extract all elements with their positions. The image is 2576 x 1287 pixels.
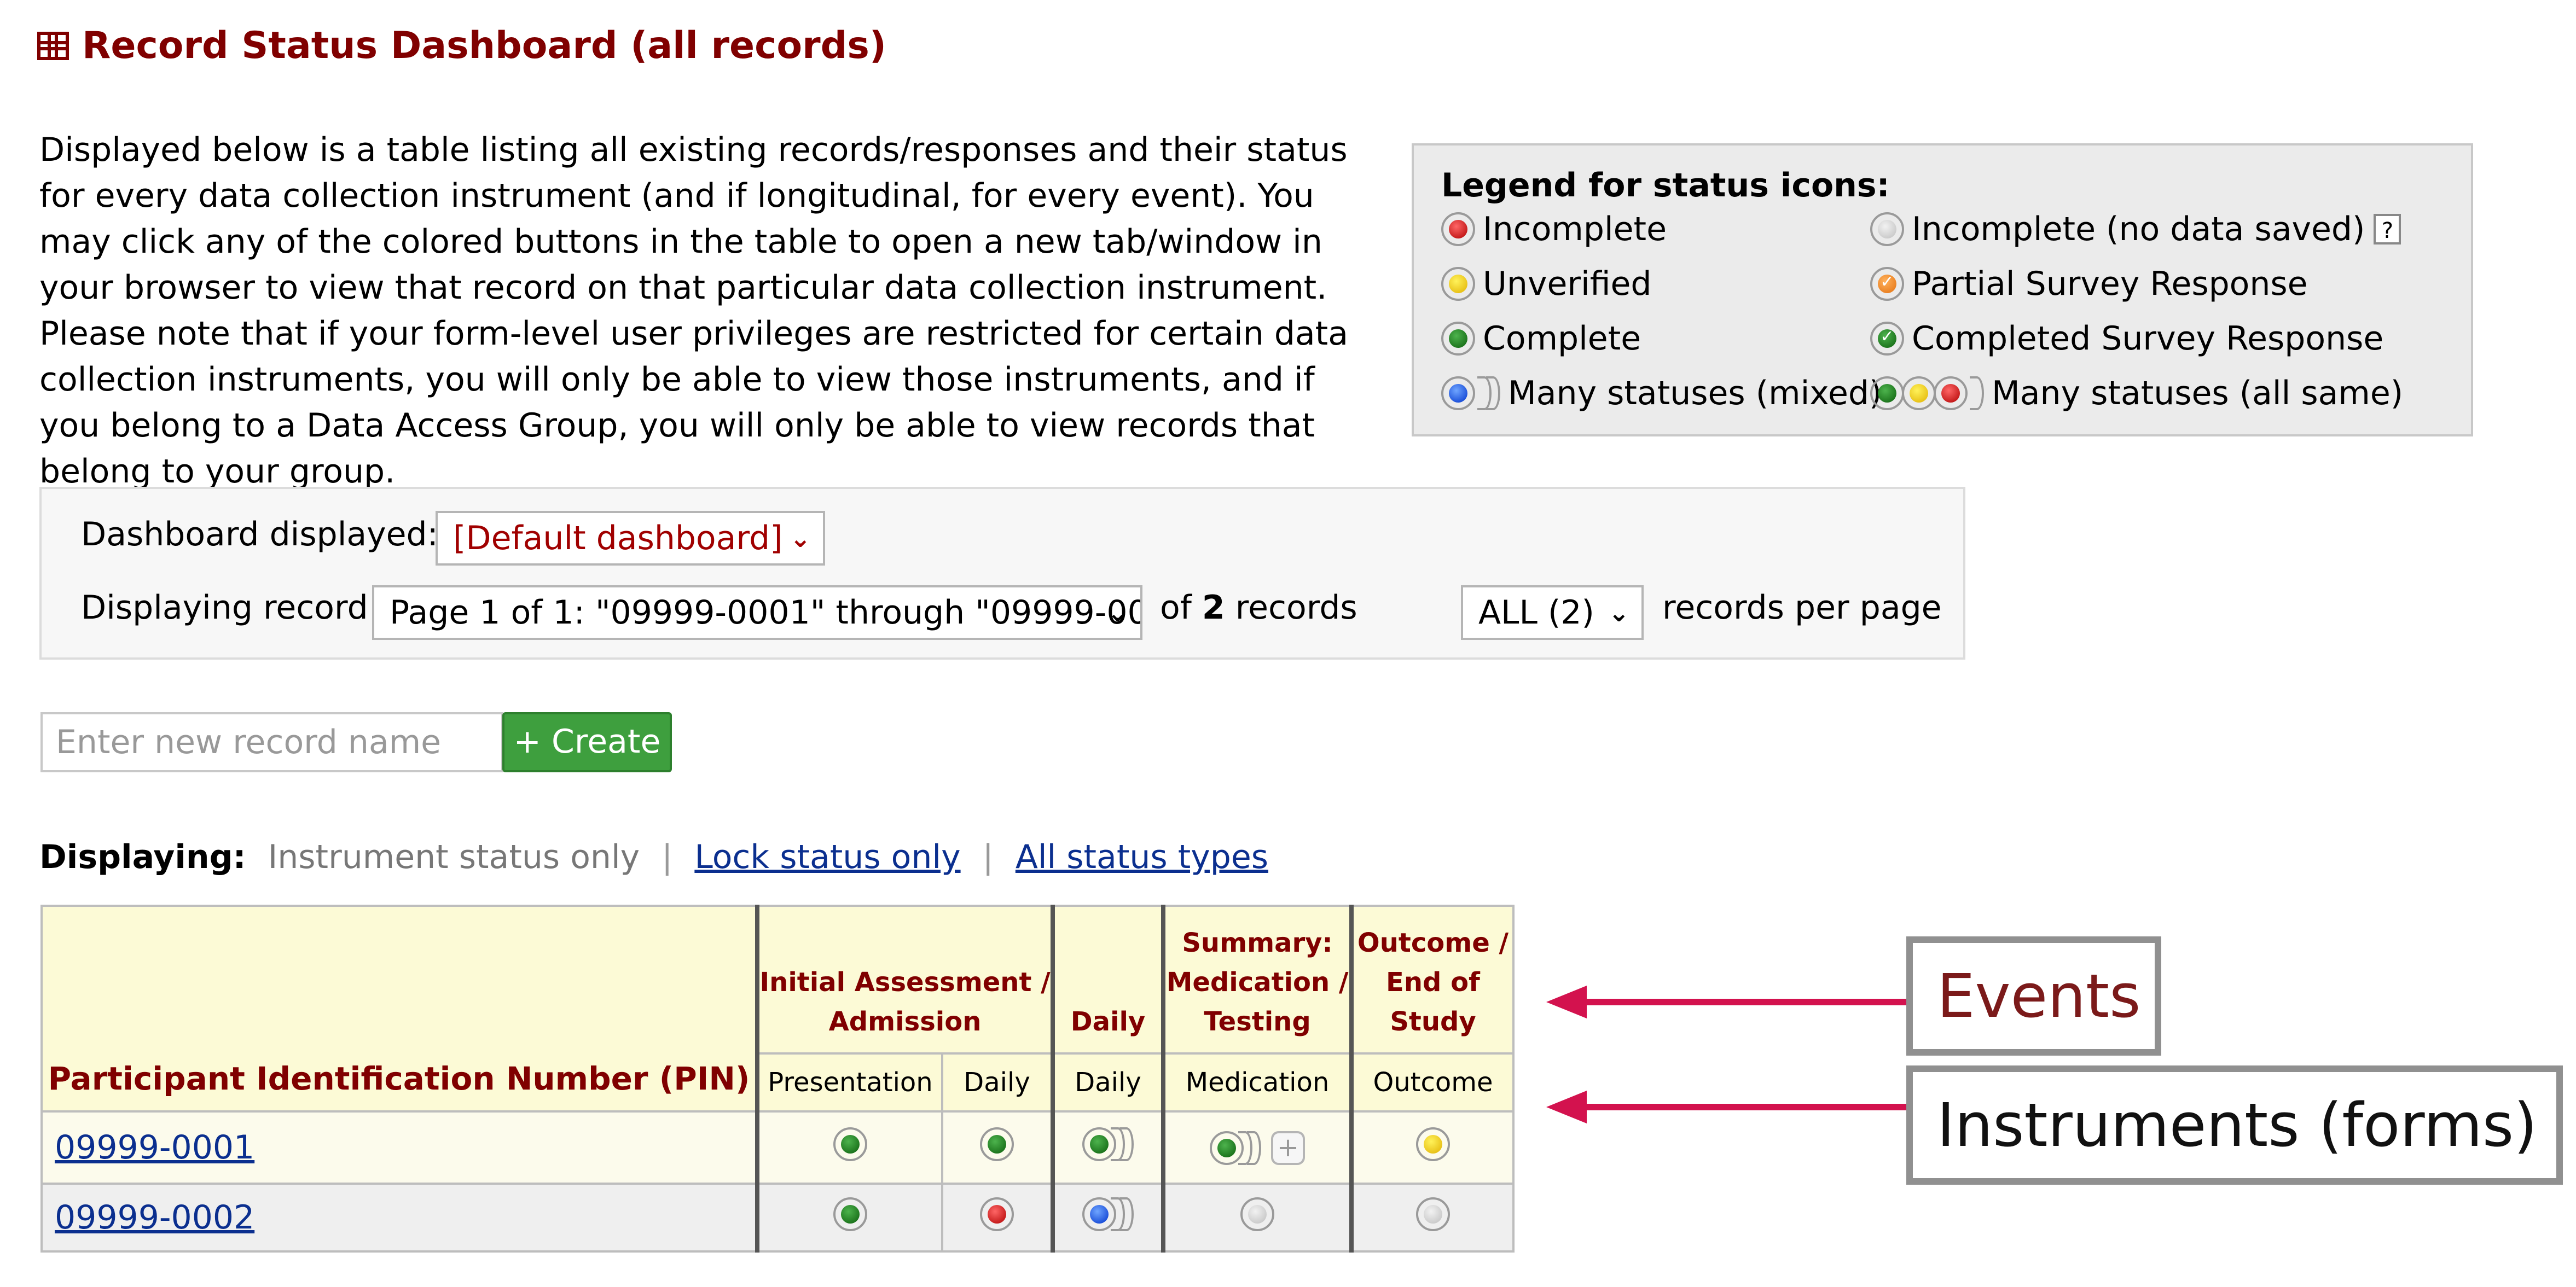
- instruments-annotation: Instruments (forms): [1906, 1065, 2563, 1185]
- instruments-arrow-head: [1546, 1091, 1587, 1123]
- events-annotation: Events: [1906, 936, 2161, 1056]
- events-arrow-head: [1546, 986, 1587, 1018]
